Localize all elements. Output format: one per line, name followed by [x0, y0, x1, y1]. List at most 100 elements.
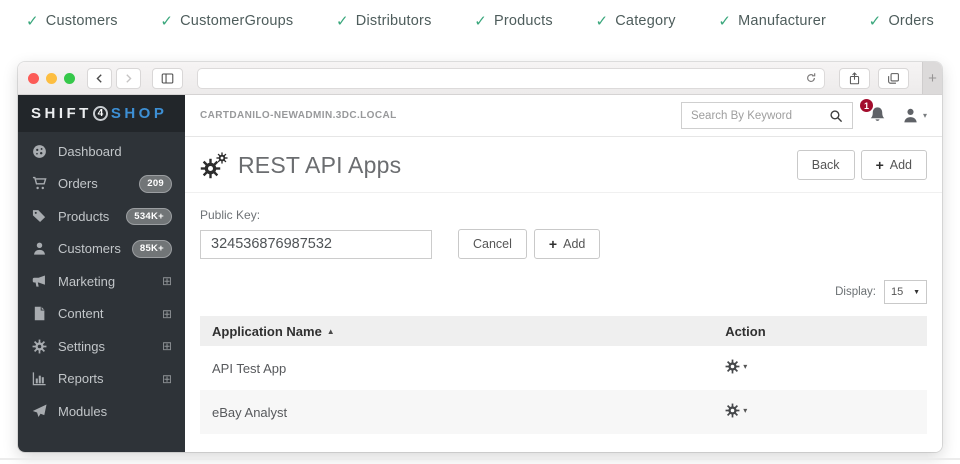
- admin-app: SHIFT 4 SHOP Dashboard Orders 209 Produ: [18, 95, 942, 452]
- gear-icon: [725, 359, 740, 374]
- table-body: API Test App ▾ eBay Analyst ▾: [200, 346, 927, 434]
- migration-status-label: Products: [494, 13, 553, 29]
- document-icon: [31, 306, 47, 322]
- expand-icon[interactable]: ⊞: [162, 340, 172, 352]
- cart-icon: [31, 176, 47, 192]
- sidebar-item-marketing[interactable]: Marketing ⊞: [18, 265, 185, 298]
- application-name-column-header[interactable]: Application Name ▲: [212, 324, 725, 339]
- browser-sidebar-toggle-button[interactable]: [152, 68, 183, 89]
- minimize-window-button[interactable]: [46, 73, 57, 84]
- migration-status-item: ✓ Manufacturer: [718, 12, 826, 30]
- check-icon: ✓: [869, 12, 882, 30]
- page-title: REST API Apps: [238, 152, 401, 179]
- customer-icon: [31, 241, 47, 257]
- admin-topbar: CARTDANILO-NEWADMIN.3DC.LOCAL 1: [185, 95, 942, 137]
- sidebar-item-label: Customers: [58, 241, 121, 256]
- sidebar-item-reports[interactable]: Reports ⊞: [18, 363, 185, 396]
- tabs-icon: [887, 72, 900, 85]
- public-key-input[interactable]: [200, 230, 432, 259]
- notification-count-badge: 1: [859, 98, 874, 113]
- api-apps-table: Application Name ▲ Action API Test App ▾…: [200, 316, 927, 434]
- browser-window: + SHIFT 4 SHOP Dashboard Orders 209: [18, 62, 942, 452]
- topbar-actions: 1 ▾: [681, 102, 927, 129]
- sidebar-item-label: Settings: [58, 339, 105, 354]
- display-label: Display:: [835, 286, 876, 298]
- migration-status-item: ✓ CustomerGroups: [160, 12, 293, 30]
- expand-icon[interactable]: ⊞: [162, 308, 172, 320]
- sidebar-item-label: Products: [58, 209, 109, 224]
- migration-status-label: Manufacturer: [738, 13, 826, 29]
- migration-status-item: ✓ Category: [595, 12, 675, 30]
- application-name-cell: eBay Analyst: [212, 405, 725, 420]
- sidebar-item-products[interactable]: Products 534K+: [18, 200, 185, 233]
- close-window-button[interactable]: [28, 73, 39, 84]
- page-size-select[interactable]: 15 ▼: [884, 280, 927, 304]
- public-key-section: Public Key: Cancel + Add: [185, 193, 942, 259]
- sidebar-item-customers[interactable]: Customers 85K+: [18, 233, 185, 266]
- sidebar-item-label: Marketing: [58, 274, 115, 289]
- search-input[interactable]: [691, 110, 823, 122]
- row-actions-menu[interactable]: ▾: [725, 359, 747, 374]
- chevron-right-icon: [123, 73, 134, 84]
- application-name-cell: API Test App: [212, 361, 725, 376]
- sidebar-panel-icon: [161, 72, 174, 85]
- browser-tabs-button[interactable]: [878, 68, 909, 89]
- sidebar-item-settings[interactable]: Settings ⊞: [18, 330, 185, 363]
- cancel-button[interactable]: Cancel: [458, 229, 527, 259]
- keyword-search-box[interactable]: [681, 102, 853, 129]
- user-icon: [902, 107, 919, 124]
- window-controls: [28, 73, 75, 84]
- browser-back-button[interactable]: [87, 68, 112, 89]
- table-header: Application Name ▲ Action: [200, 316, 927, 346]
- sidebar-item-label: Dashboard: [58, 144, 122, 159]
- sidebar-item-label: Orders: [58, 176, 98, 191]
- check-icon: ✓: [336, 12, 349, 30]
- migration-status-label: Orders: [888, 13, 934, 29]
- row-actions-menu[interactable]: ▾: [725, 403, 747, 418]
- page-size-value: 15: [891, 286, 903, 298]
- sidebar-item-modules[interactable]: Modules: [18, 395, 185, 428]
- check-icon: ✓: [160, 12, 173, 30]
- browser-forward-button[interactable]: [116, 68, 141, 89]
- sidebar-item-label: Modules: [58, 404, 107, 419]
- logo-text-shop: SHOP: [111, 105, 168, 122]
- chevron-down-icon: ▾: [743, 362, 747, 371]
- chevron-down-icon: ▼: [913, 289, 920, 296]
- sidebar-item-dashboard[interactable]: Dashboard: [18, 135, 185, 168]
- notifications-bell-icon[interactable]: 1: [868, 106, 887, 125]
- migration-status-label: CustomerGroups: [180, 13, 293, 29]
- dashboard-icon: [31, 143, 47, 159]
- sidebar-item-orders[interactable]: Orders 209: [18, 168, 185, 201]
- browser-chrome: +: [18, 62, 942, 95]
- account-menu[interactable]: ▾: [902, 107, 927, 124]
- shift4shop-logo[interactable]: SHIFT 4 SHOP: [18, 95, 185, 132]
- check-icon: ✓: [595, 12, 608, 30]
- migration-status-item: ✓ Distributors: [336, 12, 432, 30]
- check-icon: ✓: [718, 12, 731, 30]
- refresh-icon[interactable]: [805, 72, 817, 84]
- browser-share-button[interactable]: [839, 68, 870, 89]
- sidebar-menu: Dashboard Orders 209 Products 534K+ Cust: [18, 132, 185, 428]
- gear-icon: [31, 338, 47, 354]
- url-input[interactable]: [205, 71, 805, 85]
- search-icon[interactable]: [829, 109, 843, 123]
- count-badge: 534K+: [126, 208, 172, 226]
- expand-icon[interactable]: ⊞: [162, 373, 172, 385]
- public-key-label: Public Key:: [200, 208, 927, 222]
- migration-status-label: Category: [615, 13, 675, 29]
- store-domain-breadcrumb: CARTDANILO-NEWADMIN.3DC.LOCAL: [200, 110, 397, 121]
- sidebar: SHIFT 4 SHOP Dashboard Orders 209 Produ: [18, 95, 185, 452]
- add-app-button[interactable]: + Add: [861, 150, 927, 180]
- chevron-down-icon: ▾: [923, 111, 927, 120]
- add-key-button[interactable]: + Add: [534, 229, 600, 259]
- sidebar-item-label: Content: [58, 306, 104, 321]
- new-tab-button[interactable]: +: [922, 62, 942, 94]
- table-row: eBay Analyst ▾: [200, 390, 927, 434]
- browser-address-bar[interactable]: [197, 68, 825, 89]
- zoom-window-button[interactable]: [64, 73, 75, 84]
- expand-icon[interactable]: ⊞: [162, 275, 172, 287]
- migration-status-label: Customers: [46, 13, 118, 29]
- back-button[interactable]: Back: [797, 150, 855, 180]
- sidebar-item-content[interactable]: Content ⊞: [18, 298, 185, 331]
- gear-icon: [725, 403, 740, 418]
